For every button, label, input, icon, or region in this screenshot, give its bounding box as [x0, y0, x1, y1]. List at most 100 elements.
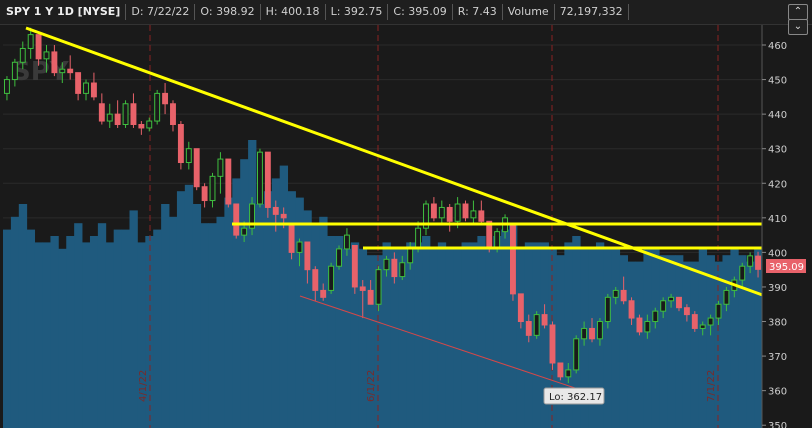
volume-bar	[406, 242, 415, 428]
candle-body	[494, 231, 501, 250]
volume-bar	[113, 229, 122, 428]
close-value: C: 395.09	[388, 4, 453, 20]
candle-body	[399, 262, 406, 278]
volume-bar	[493, 236, 502, 428]
candle-body	[581, 327, 588, 340]
volume-bar	[611, 248, 621, 428]
candle-body	[201, 186, 208, 202]
candle-body	[130, 103, 137, 125]
price-tick-label: 370	[768, 352, 787, 363]
candle-body	[11, 61, 18, 81]
candle-body	[683, 307, 690, 316]
candle-body	[565, 369, 572, 378]
volume-bar	[58, 248, 67, 428]
volume-bar	[161, 204, 170, 428]
candle-body	[193, 148, 200, 188]
candle-body	[75, 72, 82, 94]
price-tick-label: 400	[768, 248, 787, 259]
candle-body	[209, 175, 216, 202]
chart-header: SPY 1 Y 1D [NYSE] D: 7/22/22 O: 398.92 H…	[0, 0, 812, 25]
low-label-callout: Lo: 362.17	[543, 387, 605, 405]
volume-bar	[176, 191, 186, 428]
candle-body	[612, 289, 619, 298]
candle-body	[154, 92, 161, 122]
price-tick-label: 390	[768, 283, 787, 294]
volume-value: 72,197,332	[555, 4, 629, 20]
collapse-icon[interactable]: ⌃	[788, 4, 808, 20]
volume-bar	[256, 204, 265, 428]
last-price-badge: 395.09	[766, 259, 806, 273]
volume-bar	[675, 255, 684, 428]
candle-body	[707, 317, 714, 326]
candle-body	[241, 227, 248, 236]
price-tick-label: 430	[768, 145, 787, 156]
candle-body	[138, 123, 145, 129]
month-marker-label: 6/1/22	[366, 370, 377, 402]
candle-body	[533, 314, 540, 336]
volume-bar	[627, 261, 636, 428]
volume-bar	[635, 261, 644, 428]
candle-body	[596, 321, 603, 340]
candle-body	[391, 258, 398, 278]
volume-bar	[192, 204, 202, 428]
volume-bar	[26, 229, 36, 428]
volume-bar	[319, 216, 328, 428]
candle-body	[114, 113, 121, 125]
candle-body	[755, 255, 761, 270]
candle-body	[185, 148, 192, 164]
expand-icon[interactable]: ⌄	[788, 19, 808, 35]
price-axis: 350 360 370 380 390 400 410 420 430 440 450 460	[761, 24, 812, 428]
candle-body	[739, 265, 746, 281]
price-tick-label: 380	[768, 318, 787, 329]
candle-body	[383, 258, 390, 271]
range-value: R: 7.43	[453, 4, 503, 20]
volume-bar	[603, 248, 613, 428]
volume-bar	[74, 223, 83, 428]
candle-body	[106, 113, 113, 122]
candle-body	[557, 362, 564, 378]
candle-body	[320, 289, 327, 298]
volume-bar	[169, 216, 178, 428]
candle-body	[620, 289, 627, 302]
volume-bar	[461, 242, 470, 428]
low-label: Lo: 362.17	[549, 392, 602, 403]
volume-bar	[342, 248, 352, 428]
volume-bar	[129, 210, 138, 428]
price-tick-label: 360	[768, 387, 787, 398]
candle-body	[668, 296, 675, 302]
volume-bar	[34, 242, 43, 428]
volume-bar	[89, 236, 99, 428]
date-value: D: 7/22/22	[126, 4, 196, 20]
candle-body	[699, 324, 706, 329]
candle-body	[122, 103, 129, 125]
price-chart[interactable]: 4/1/22 6/1/22 7/1/22 SPY Lo: 362.17 350360…	[0, 0, 812, 428]
candle-body	[407, 248, 414, 264]
symbol-label[interactable]: SPY 1 Y 1D [NYSE]	[0, 4, 127, 20]
candle-body	[257, 151, 263, 205]
candle-body	[43, 51, 50, 60]
candle-body	[359, 286, 366, 291]
candle-body	[336, 248, 342, 267]
volume-bar	[42, 242, 51, 428]
volume-bar	[248, 140, 257, 428]
volume-bar	[437, 242, 447, 428]
volume-bar	[82, 242, 91, 428]
candle-body	[462, 203, 469, 219]
candle-body	[296, 241, 303, 253]
candle-body	[162, 92, 169, 105]
candle-body	[146, 120, 153, 129]
volume-bar	[311, 223, 320, 428]
month-marker-label: 7/1/22	[706, 370, 717, 402]
candle-body	[549, 324, 556, 364]
candle-body	[715, 303, 722, 319]
price-tick-label: 440	[768, 110, 787, 121]
open-value: O: 398.92	[195, 4, 261, 20]
volume-bar	[279, 165, 289, 428]
volume-bar	[651, 248, 660, 428]
candle-body	[478, 210, 485, 222]
candle-body	[27, 34, 34, 49]
volume-bar	[200, 223, 209, 428]
price-tick-label: 350	[768, 421, 787, 428]
candle-body	[660, 300, 667, 312]
volume-bar	[445, 248, 455, 428]
